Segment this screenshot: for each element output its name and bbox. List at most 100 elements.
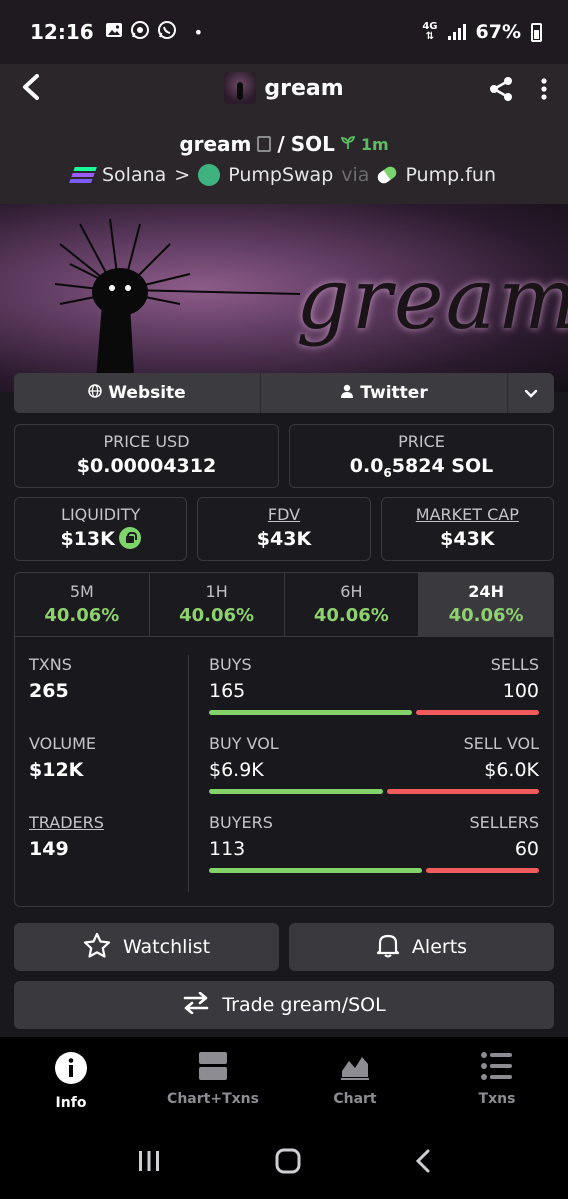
website-link[interactable]: Website — [14, 373, 261, 413]
banner-title: gream — [296, 250, 568, 348]
nav-txns-label: Txns — [478, 1091, 516, 1107]
buyers-sellers-stat: BUYERS SELLERS 113 60 — [209, 813, 539, 892]
fdv-label[interactable]: FDV — [198, 505, 369, 524]
token-name: gream — [264, 75, 344, 101]
info-icon — [54, 1052, 88, 1089]
traders-label[interactable]: TRADERS — [29, 813, 188, 832]
more-vertical-icon[interactable] — [540, 77, 548, 105]
swap-arrows-icon — [182, 991, 210, 1019]
seedling-icon — [340, 135, 355, 154]
fdv-card: FDV $43K — [197, 497, 371, 561]
buyers-sellers-bar — [209, 868, 539, 873]
nav-chart-txns[interactable]: Chart+Txns — [142, 1037, 284, 1127]
market-cap-label[interactable]: MARKET CAP — [382, 505, 553, 524]
volume-bar — [209, 789, 539, 794]
bell-icon — [376, 932, 400, 963]
pumpfun-icon — [375, 164, 400, 186]
gallery-notification-icon — [105, 22, 123, 43]
trade-button[interactable]: Trade gream/SOL — [14, 981, 554, 1029]
solana-icon — [69, 167, 97, 183]
area-chart-icon — [340, 1057, 370, 1085]
twitter-link[interactable]: Twitter — [261, 373, 508, 413]
status-bar: 12:16 • 4G ⇅ 67% — [0, 0, 568, 64]
pair-base: gream — [179, 132, 252, 156]
traders-stat: TRADERS 149 — [29, 813, 188, 892]
tab-5m[interactable]: 5M 40.06% — [15, 573, 150, 636]
recent-apps-icon[interactable] — [137, 1150, 161, 1176]
price-native-card: PRICE 0.065824 SOL — [289, 424, 554, 488]
system-nav-bar — [0, 1127, 568, 1199]
pair-age: 1m — [360, 134, 389, 154]
token-header: gream gream / SOL 1m Solana > PumpSwap v… — [0, 64, 568, 204]
nav-info[interactable]: Info — [0, 1037, 142, 1127]
buys-sells-stat: BUYS SELLS 165 100 — [209, 655, 539, 734]
pumpswap-icon — [198, 164, 221, 186]
user-icon — [340, 383, 354, 403]
links-dropdown[interactable] — [508, 373, 554, 413]
back-arrow-icon[interactable] — [20, 73, 60, 109]
watchlist-label: Watchlist — [122, 936, 211, 958]
timeframe-tabs: 5M 40.06% 1H 40.06% 6H 40.06% 24H 40.06% — [15, 573, 553, 637]
social-links: Website Twitter — [14, 373, 554, 413]
home-icon[interactable] — [275, 1148, 301, 1178]
volume-split-stat: BUY VOL SELL VOL $6.9K $6.0K — [209, 734, 539, 813]
tab-24h[interactable]: 24H 40.06% — [419, 573, 553, 636]
tab-6h[interactable]: 6H 40.06% — [284, 573, 420, 636]
whatsapp-sync-notification-icon — [130, 20, 150, 45]
liquidity-label: LIQUIDITY — [61, 505, 141, 524]
txns-stat: TXNS 265 — [29, 655, 72, 702]
star-icon — [83, 932, 111, 963]
nav-info-label: Info — [55, 1095, 87, 1111]
website-label: Website — [108, 383, 186, 403]
nav-chart-label: Chart — [333, 1091, 377, 1107]
chevron-down-icon — [524, 384, 538, 403]
liquidity-value: $13K — [15, 526, 186, 551]
launchpad-name[interactable]: Pump.fun — [405, 164, 496, 186]
battery-percent: 67% — [475, 21, 521, 43]
token-avatar — [224, 72, 257, 104]
status-time: 12:16 — [30, 20, 94, 44]
share-icon[interactable] — [488, 76, 514, 106]
trade-label: Trade gream/SOL — [222, 994, 386, 1016]
via-text: via — [341, 164, 370, 186]
buys-sells-bar — [209, 710, 539, 715]
price-usd-card: PRICE USD $0.00004312 — [14, 424, 279, 488]
liquidity-card: LIQUIDITY $13K — [14, 497, 188, 561]
copy-icon[interactable] — [257, 136, 272, 152]
nav-chart[interactable]: Chart — [284, 1037, 426, 1127]
tab-1h[interactable]: 1H 40.06% — [149, 573, 285, 636]
price-native-label: PRICE — [398, 432, 445, 451]
lock-icon[interactable] — [118, 526, 141, 549]
pair-quote: SOL — [290, 132, 335, 156]
alerts-label: Alerts — [411, 936, 468, 958]
globe-icon — [88, 383, 103, 403]
network-type-icon: 4G ⇅ — [422, 21, 438, 42]
market-cap-card: MARKET CAP $43K — [380, 497, 554, 561]
main-content: Website Twitter PRICE USD $0.00004312 PR… — [14, 373, 554, 1029]
nav-title: gream — [0, 72, 568, 104]
back-nav-icon[interactable] — [415, 1149, 431, 1177]
whatsapp-notification-icon — [157, 20, 177, 45]
alerts-button[interactable]: Alerts — [289, 923, 554, 971]
pair-title: gream / SOL 1m — [0, 118, 568, 156]
signal-icon — [447, 24, 466, 40]
battery-icon — [531, 22, 542, 42]
bottom-nav: Info Chart+Txns Chart Txns — [0, 1037, 568, 1127]
twitter-label: Twitter — [360, 383, 428, 403]
chain-name[interactable]: Solana — [102, 164, 166, 186]
fdv-value: $43K — [256, 528, 312, 550]
market-cap-value: $43K — [440, 528, 495, 550]
price-native-value: 0.065824 SOL — [349, 455, 494, 480]
price-usd-label: PRICE USD — [103, 432, 190, 451]
stats-panel: 5M 40.06% 1H 40.06% 6H 40.06% 24H 40.06% TXN… — [14, 572, 554, 907]
more-notifications-dot: • — [193, 22, 204, 42]
breadcrumb-chevron: > — [174, 164, 191, 186]
nav-chart-txns-label: Chart+Txns — [167, 1091, 259, 1107]
price-usd-value: $0.00004312 — [76, 455, 217, 477]
creature-illustration — [54, 218, 301, 392]
watchlist-button[interactable]: Watchlist — [14, 923, 279, 971]
nav-txns[interactable]: Txns — [426, 1037, 568, 1127]
list-icon — [481, 1052, 513, 1085]
token-banner: gream — [0, 204, 568, 392]
dex-name[interactable]: PumpSwap — [228, 164, 333, 186]
